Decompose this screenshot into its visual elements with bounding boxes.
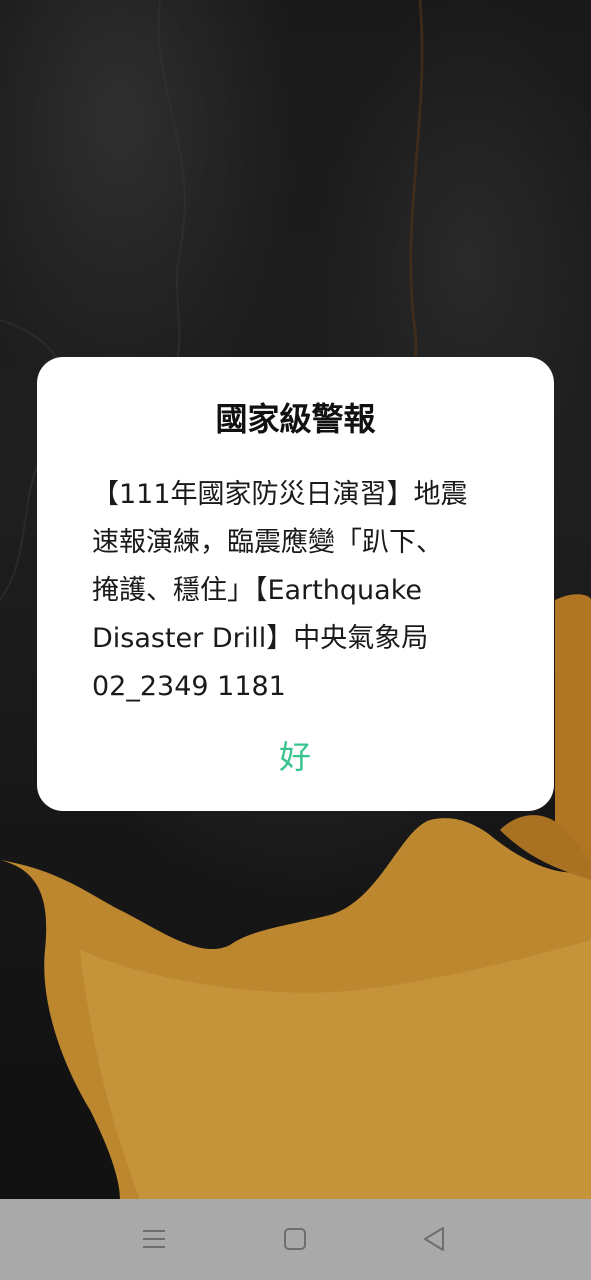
screen: 國家級警報 【111年國家防災日演習】地震 速報演練，臨震應變「趴下、 掩護、穩… bbox=[0, 0, 591, 1280]
ok-button[interactable]: 好 bbox=[245, 729, 345, 785]
home-icon bbox=[284, 1228, 306, 1250]
back-button[interactable] bbox=[414, 1219, 454, 1259]
navigation-bar bbox=[0, 1199, 591, 1280]
alert-message: 【111年國家防災日演習】地震 速報演練，臨震應變「趴下、 掩護、穩住」【Ear… bbox=[92, 479, 468, 702]
back-icon bbox=[424, 1227, 444, 1251]
alert-title: 國家級警報 bbox=[215, 400, 376, 438]
menu-icon bbox=[143, 1230, 165, 1248]
home-button[interactable] bbox=[275, 1219, 315, 1259]
recents-button[interactable] bbox=[134, 1219, 174, 1259]
alert-dialog: 國家級警報 【111年國家防災日演習】地震 速報演練，臨震應變「趴下、 掩護、穩… bbox=[37, 357, 554, 811]
